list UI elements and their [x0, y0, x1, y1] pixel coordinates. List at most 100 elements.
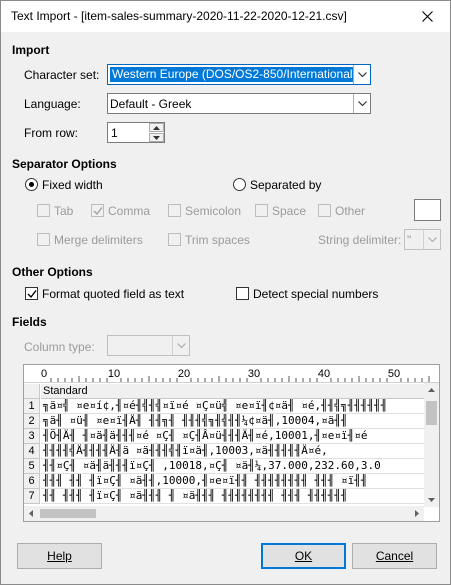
horizontal-scroll-thumb[interactable] — [40, 509, 96, 518]
close-button[interactable] — [406, 1, 450, 32]
language-dropdown-button[interactable] — [353, 94, 370, 113]
format-quoted-checkbox[interactable] — [25, 287, 38, 300]
column-type-dropdown-button[interactable] — [172, 336, 189, 355]
chevron-down-icon — [428, 237, 437, 242]
merge-delimiters-checkbox[interactable] — [37, 233, 50, 246]
charset-label: Character set: — [24, 68, 100, 82]
spin-down-button[interactable] — [149, 133, 164, 142]
vertical-scroll-thumb[interactable] — [426, 401, 437, 425]
merge-delimiters-label: Merge delimiters — [54, 233, 143, 247]
fixed-width-label[interactable]: Fixed width — [42, 178, 103, 192]
chevron-down-icon — [177, 343, 186, 348]
row-number: 5 — [24, 459, 40, 474]
ruler-tick-label: 50 — [388, 368, 400, 380]
title-bar[interactable]: Text Import - [item-sales-summary-2020-1… — [1, 1, 450, 32]
row-number: 7 — [24, 489, 40, 504]
preview-grid[interactable]: 0 10 20 30 40 50 Standard 1 ╗ä¤╣ ¤е¤í¢,╢¤é╢╣╢╣… — [23, 364, 440, 522]
semicolon-label: Semicolon — [185, 204, 242, 218]
horizontal-scrollbar[interactable] — [24, 506, 424, 521]
semicolon-checkbox[interactable] — [168, 204, 181, 217]
trim-spaces-checkbox[interactable] — [168, 233, 181, 246]
language-value: Default - Greek — [110, 97, 192, 111]
from-row-value: 1 — [111, 126, 118, 140]
format-quoted-label[interactable]: Format quoted field as text — [42, 287, 184, 301]
help-button-label: Help — [47, 549, 72, 563]
string-delimiter-dropdown-button[interactable] — [423, 230, 440, 249]
comma-checkbox[interactable] — [91, 204, 104, 217]
language-label: Language: — [24, 97, 81, 111]
column-header[interactable]: Standard — [41, 384, 424, 399]
check-icon — [27, 290, 37, 299]
chevron-down-icon — [153, 136, 160, 140]
other-options-section-title: Other Options — [12, 265, 93, 279]
charset-dropdown-button[interactable] — [353, 65, 370, 84]
fields-section-title: Fields — [12, 315, 47, 329]
tab-checkbox[interactable] — [37, 204, 50, 217]
chevron-down-icon — [358, 101, 367, 106]
row-number: 6 — [24, 474, 40, 489]
string-delimiter-value: " — [407, 233, 412, 247]
cancel-button-label: Cancel — [375, 549, 414, 563]
chevron-up-icon — [153, 126, 160, 130]
language-dropdown[interactable]: Default - Greek — [107, 93, 371, 114]
separated-by-radio[interactable] — [233, 178, 246, 191]
close-icon — [422, 11, 433, 22]
row-number: 3 — [24, 429, 40, 444]
ruler-tick-label: 20 — [178, 368, 190, 380]
ruler-ticks-graphic: 0 10 20 30 40 50 — [41, 368, 430, 382]
help-button[interactable]: Help — [17, 543, 102, 569]
import-section-title: Import — [12, 43, 50, 57]
text-import-dialog: Text Import - [item-sales-summary-2020-1… — [0, 0, 451, 585]
preview-cell: ╗ä¤╣ ¤е¤í¢,╢¤é╢╣╢╣¤ï¤é ¤Ç¤ü╣ ¤е¤ï╢¢¤ä╢ ¤… — [41, 399, 424, 414]
string-delimiter-dropdown[interactable]: " — [404, 229, 441, 250]
row-number: 2 — [24, 414, 40, 429]
string-delimiter-label: String delimiter: — [318, 233, 402, 247]
preview-cell: ╢Ö╢Ä╢ ╢¤ä╢ä╢╢╢¤é ¤Ç╢ ¤Ç╢Â¤ü╢╢╢Ä╢¤é,10001… — [41, 429, 424, 444]
scroll-up-icon[interactable] — [428, 388, 435, 392]
fixed-width-radio[interactable] — [25, 178, 38, 191]
preview-cell: ╢╢ ╢╢╢ ╢ï¤Ç╢ ¤ä╢╢╢ ╢ ¤ä╢╢╢ ╢╢╢╢╢╢╢╢ ╢╢╢ … — [41, 489, 424, 504]
vertical-scrollbar[interactable] — [424, 383, 439, 507]
other-checkbox[interactable] — [318, 204, 331, 217]
column-type-label: Column type: — [24, 340, 95, 354]
column-ruler[interactable]: 0 10 20 30 40 50 — [24, 365, 439, 383]
corner-cell — [24, 384, 40, 399]
check-icon — [93, 207, 103, 216]
space-label: Space — [272, 204, 307, 218]
detect-special-numbers-checkbox[interactable] — [236, 287, 249, 300]
from-row-spinner[interactable]: 1 — [107, 122, 165, 143]
other-label: Other — [335, 204, 366, 218]
preview-cell: ╢╢╢ ╢╢ ╢ï¤Ç╢ ¤ä╢╢,10000,╢¤е¤ï╢╢ ╢╢╢╢╢╢╢╢… — [41, 474, 424, 489]
preview-cell: ╢╢╢╢╣Ä╢╢╢╢Ä╢ä ¤ä╢╢╢╣╢ï¤ä╢,10003,¤ä╢╢╢╢╢Ä… — [41, 444, 424, 459]
chevron-down-icon — [358, 72, 367, 77]
spin-up-button[interactable] — [149, 123, 164, 132]
tab-label: Tab — [54, 204, 74, 218]
preview-cell: ╗ä╢ ¤ü╢ ¤е¤ï╢Ä╢ ╢╢╗╢ ╢╢╢╣╗╢╣╢╢¼¢¤ä╢,1000… — [41, 414, 424, 429]
scroll-down-icon[interactable] — [428, 498, 435, 502]
scroll-left-icon[interactable] — [29, 510, 33, 517]
separated-by-label[interactable]: Separated by — [250, 178, 321, 192]
ruler-tick-label: 0 — [41, 368, 47, 380]
charset-value: Western Europe (DOS/OS2-850/Internationa… — [110, 67, 359, 82]
ok-button-label: OK — [294, 549, 313, 563]
charset-dropdown[interactable]: Western Europe (DOS/OS2-850/Internationa… — [107, 64, 371, 85]
comma-label: Comma — [108, 204, 151, 218]
space-checkbox[interactable] — [255, 204, 268, 217]
scroll-right-icon[interactable] — [415, 510, 419, 517]
row-number: 1 — [24, 399, 40, 414]
other-separator-input[interactable] — [414, 199, 441, 221]
grid-header-row: Standard — [24, 384, 424, 399]
window-title: Text Import - [item-sales-summary-2020-1… — [11, 9, 347, 23]
ruler-tick-label: 30 — [248, 368, 260, 380]
separator-section-title: Separator Options — [12, 157, 117, 171]
preview-cell: ╢╢¤Ç╢ ¤ä╢ä╢╢╢ï¤Ç╢ ,10018,¤Ç╢ ¤ä╢¼,37.000… — [41, 459, 424, 474]
trim-spaces-label: Trim spaces — [185, 233, 250, 247]
cancel-button[interactable]: Cancel — [352, 543, 437, 569]
ok-button[interactable]: OK — [261, 543, 346, 569]
ruler-tick-label: 40 — [318, 368, 330, 380]
row-number: 4 — [24, 444, 40, 459]
column-type-dropdown[interactable] — [107, 335, 190, 356]
from-row-label: From row: — [24, 126, 78, 140]
ruler-tick-label: 10 — [108, 368, 120, 380]
detect-special-numbers-label[interactable]: Detect special numbers — [253, 287, 378, 301]
